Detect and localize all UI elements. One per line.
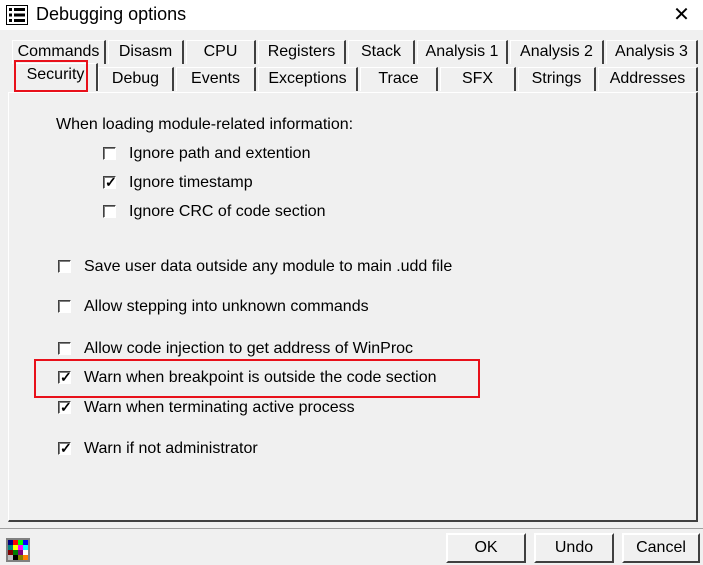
cancel-button[interactable]: Cancel xyxy=(622,533,700,563)
module-info-label: When loading module-related information: xyxy=(56,116,354,133)
tab-disasm[interactable]: Disasm xyxy=(108,40,184,64)
list-icon xyxy=(6,5,28,25)
tab-registers[interactable]: Registers xyxy=(258,40,346,64)
tab-analysis-2[interactable]: Analysis 2 xyxy=(510,40,604,64)
tab-strings[interactable]: Strings xyxy=(518,67,596,91)
tab-debug[interactable]: Debug xyxy=(98,67,174,91)
ignore-timestamp-checkbox[interactable]: ✓ xyxy=(103,174,117,190)
ok-button[interactable]: OK xyxy=(446,533,526,563)
tab-commands[interactable]: Commands xyxy=(12,40,106,64)
color-palette-icon[interactable] xyxy=(6,538,30,562)
save-user-data-checkbox[interactable] xyxy=(58,260,71,273)
warn-breakpoint-checkbox[interactable]: ✓ xyxy=(58,369,72,385)
tab-stack[interactable]: Stack xyxy=(348,40,415,64)
ignore-crc-checkbox[interactable] xyxy=(103,205,116,218)
tab-exceptions[interactable]: Exceptions xyxy=(258,67,358,91)
close-button[interactable]: ✕ xyxy=(660,0,703,30)
tab-addresses[interactable]: Addresses xyxy=(598,67,698,91)
tab-sfx[interactable]: SFX xyxy=(440,67,516,91)
tab-trace[interactable]: Trace xyxy=(360,67,438,91)
tab-security[interactable]: Security xyxy=(14,63,98,91)
allow-code-injection-checkbox[interactable] xyxy=(58,342,71,355)
tab-analysis-3[interactable]: Analysis 3 xyxy=(606,40,698,64)
ignore-path-checkbox[interactable] xyxy=(103,147,116,160)
tab-analysis-1[interactable]: Analysis 1 xyxy=(417,40,508,64)
allow-stepping-checkbox[interactable] xyxy=(58,300,71,313)
window-title: Debugging options xyxy=(36,4,187,24)
bottom-separator xyxy=(0,528,703,529)
title-bar: Debugging options ✕ xyxy=(0,0,703,30)
warn-not-admin-checkbox[interactable]: ✓ xyxy=(58,440,72,456)
tab-events[interactable]: Events xyxy=(176,67,256,91)
tab-cpu[interactable]: CPU xyxy=(186,40,256,64)
close-icon: ✕ xyxy=(673,4,690,26)
warn-terminating-checkbox[interactable]: ✓ xyxy=(58,399,72,415)
undo-button[interactable]: Undo xyxy=(534,533,614,563)
